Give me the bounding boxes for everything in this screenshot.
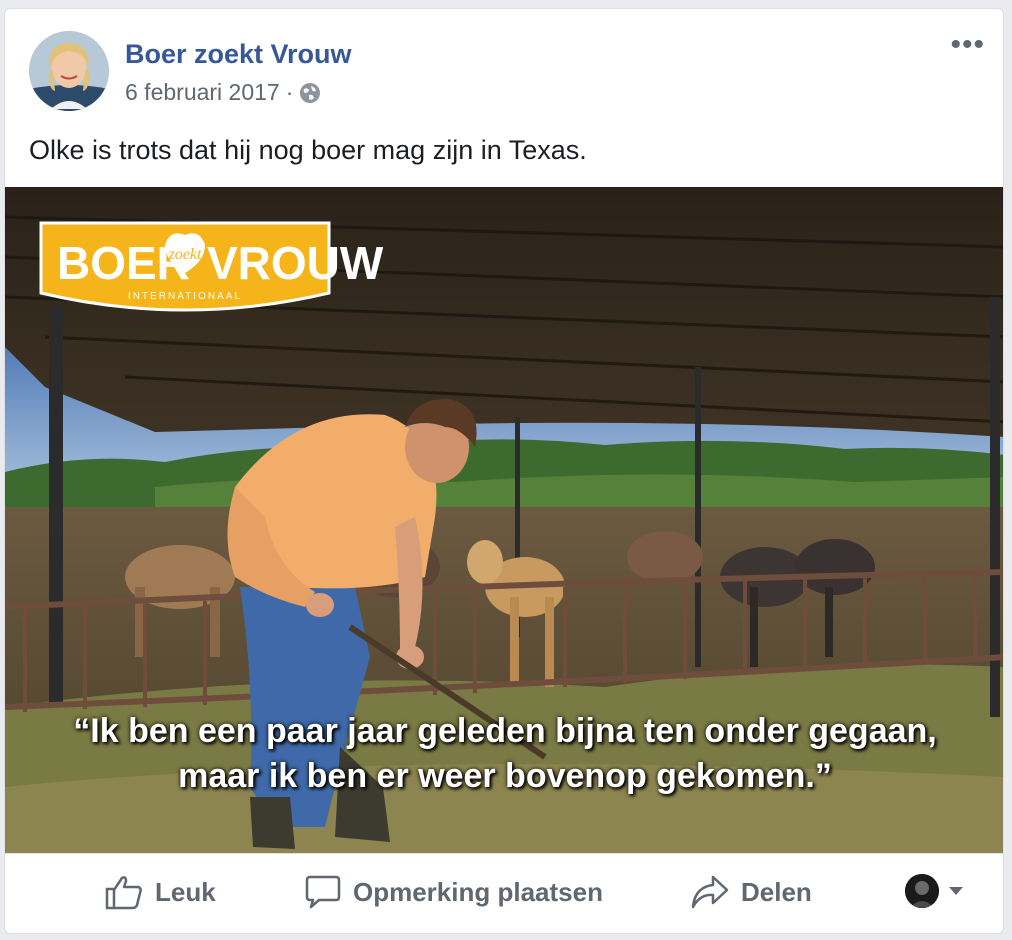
post-as-selector[interactable] xyxy=(905,874,965,908)
logo-subtitle: INTERNATIONAAL xyxy=(128,291,242,302)
meta-separator: · xyxy=(285,79,294,105)
thumbs-up-icon xyxy=(105,876,142,910)
farm-scene: BOER zoekt VROUW INTERNATIONAAL xyxy=(5,187,1003,853)
share-icon xyxy=(691,875,729,909)
post-meta: 6 februari 2017 · xyxy=(125,79,321,106)
more-options-icon[interactable]: ••• xyxy=(950,30,985,60)
like-button[interactable]: Leuk xyxy=(105,874,216,910)
comment-button[interactable]: Opmerking plaatsen xyxy=(305,874,603,910)
comment-icon xyxy=(305,875,341,909)
comment-label: Opmerking plaatsen xyxy=(353,876,603,907)
share-label: Delen xyxy=(741,876,812,907)
caret-down-icon xyxy=(949,887,963,895)
post-image[interactable]: BOER zoekt VROUW INTERNATIONAAL “Ik ben … xyxy=(5,187,1003,853)
page-name-link[interactable]: Boer zoekt Vrouw xyxy=(125,39,352,70)
post-date[interactable]: 6 februari 2017 xyxy=(125,79,280,106)
action-bar: Leuk Opmerking plaatsen Delen xyxy=(5,853,1003,933)
user-avatar xyxy=(905,874,939,908)
quote-line-2: maar ik ben er weer bovenop gekomen.” xyxy=(178,757,832,795)
page-avatar[interactable] xyxy=(29,31,109,111)
quote-line-1: “Ik ben een paar jaar geleden bijna ten … xyxy=(73,712,937,750)
logo-word-middle: zoekt xyxy=(168,246,202,263)
logo-word-right: VROUW xyxy=(207,237,384,289)
post-card: Boer zoekt Vrouw 6 februari 2017 · ••• O… xyxy=(4,8,1004,934)
globe-icon[interactable] xyxy=(299,82,321,104)
post-text: Olke is trots dat hij nog boer mag zijn … xyxy=(29,135,587,165)
like-label: Leuk xyxy=(155,876,216,907)
share-button[interactable]: Delen xyxy=(691,874,812,910)
